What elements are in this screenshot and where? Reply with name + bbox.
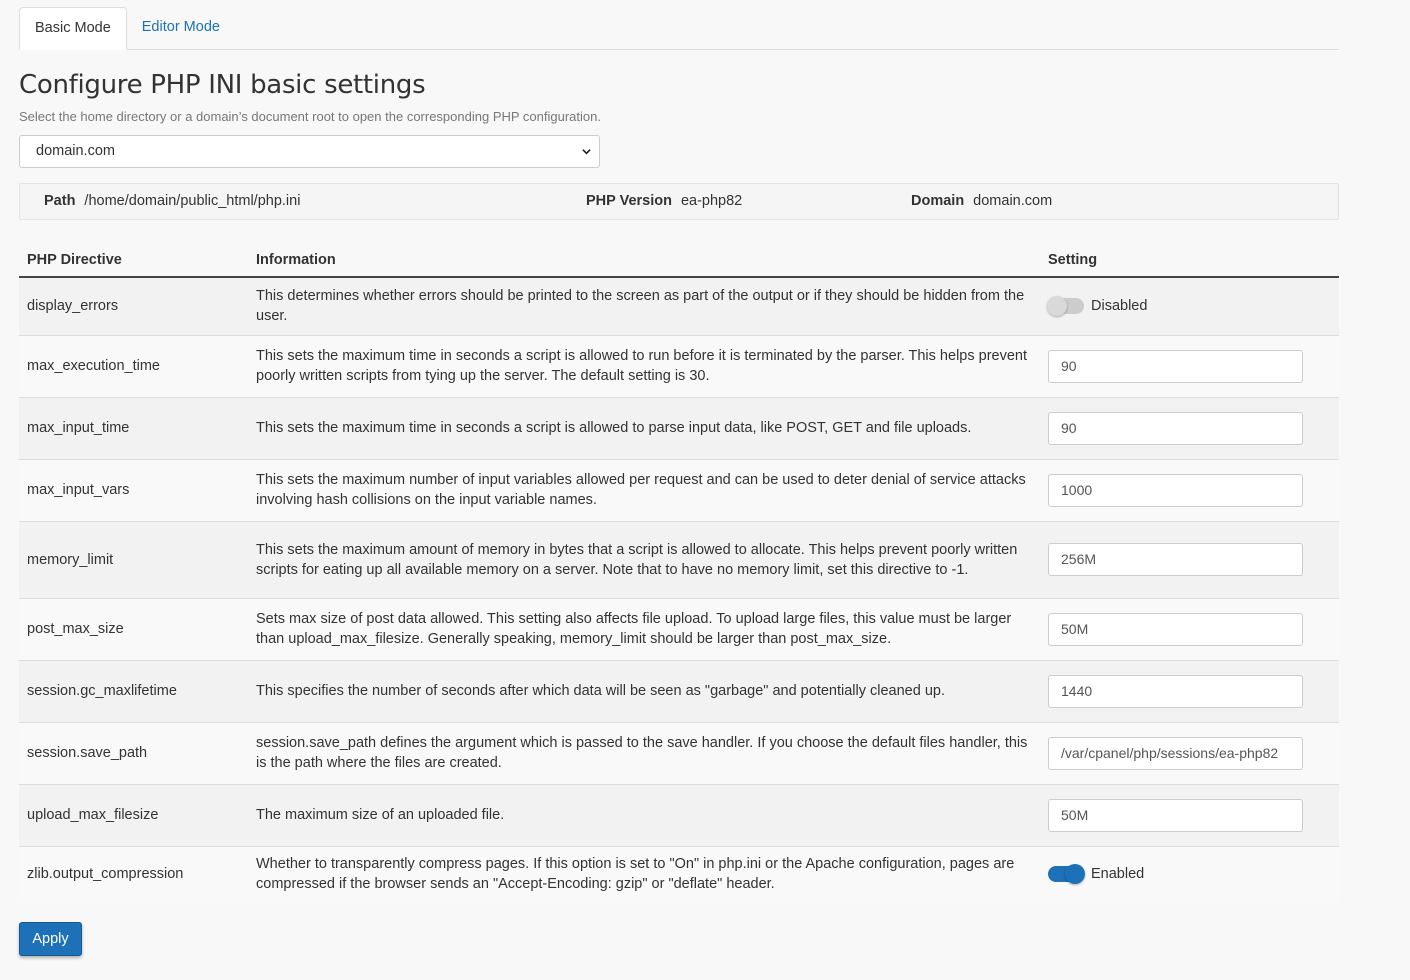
directive-name: zlib.output_compression	[19, 845, 248, 902]
mode-tabs: Basic Mode Editor Mode	[19, 0, 1339, 50]
php-directives-table: PHP Directive Information Setting displa…	[19, 243, 1339, 902]
directive-name: max_input_vars	[19, 458, 248, 521]
directive-info: session.save_path defines the argument w…	[248, 721, 1040, 784]
table-row: session.gc_maxlifetime This specifies th…	[19, 659, 1339, 722]
path-info: Path/home/domain/public_html/php.ini	[44, 184, 300, 219]
directive-name: max_execution_time	[19, 334, 248, 397]
directive-name: upload_max_filesize	[19, 783, 248, 846]
domain-value: domain.com	[973, 193, 1053, 209]
directive-info: This sets the maximum amount of memory i…	[248, 520, 1040, 598]
setting-cell: Disabled	[1040, 277, 1339, 335]
table-header-row: PHP Directive Information Setting	[19, 243, 1339, 278]
tab-basic-mode[interactable]: Basic Mode	[19, 7, 127, 50]
directive-info: This specifies the number of seconds aft…	[248, 659, 1040, 722]
directive-info: This sets the maximum time in seconds a …	[248, 396, 1040, 459]
path-label: Path	[44, 193, 76, 209]
page-subtitle: Select the home directory or a domain’s …	[19, 109, 601, 124]
domain-label: Domain	[911, 193, 965, 209]
zlib-compression-toggle-group: Enabled	[1048, 864, 1331, 885]
setting-cell: Enabled	[1040, 845, 1339, 902]
domain-info: Domain domain.com	[911, 184, 1052, 219]
table-row: display_errors This determines whether e…	[19, 277, 1339, 335]
display-errors-toggle-group: Disabled	[1047, 296, 1331, 317]
table-row: memory_limit This sets the maximum amoun…	[19, 520, 1339, 598]
header-setting: Setting	[1040, 243, 1339, 278]
session-save-path-input[interactable]: /var/cpanel/php/sessions/ea-php82	[1048, 736, 1303, 770]
table-row: max_input_vars This sets the maximum num…	[19, 458, 1339, 521]
directive-info: This determines whether errors should be…	[248, 277, 1040, 335]
directive-info: Sets max size of post data allowed. This…	[248, 597, 1040, 660]
php-version-info: PHP Version ea-php82	[586, 184, 742, 219]
domain-select[interactable]: domain.com	[19, 135, 600, 168]
setting-cell: 50M	[1040, 597, 1339, 660]
table-row: max_input_time This sets the maximum tim…	[19, 396, 1339, 459]
setting-cell: 1440	[1040, 659, 1339, 722]
domain-select-value: domain.com	[36, 143, 115, 159]
config-info-bar: Path/home/domain/public_html/php.ini PHP…	[19, 183, 1339, 220]
session-gc-maxlifetime-input[interactable]: 1440	[1048, 674, 1303, 708]
path-value: /home/domain/public_html/php.ini	[84, 193, 301, 209]
table-row: post_max_size Sets max size of post data…	[19, 597, 1339, 660]
php-version-label: PHP Version	[586, 193, 672, 209]
memory-limit-input[interactable]: 256M	[1048, 543, 1303, 576]
toggle-state-label: Disabled	[1091, 298, 1148, 315]
directive-info: This sets the maximum time in seconds a …	[248, 334, 1040, 397]
directive-info: This sets the maximum number of input va…	[248, 458, 1040, 521]
upload-max-filesize-input[interactable]: 50M	[1048, 798, 1303, 832]
table-row: zlib.output_compression Whether to trans…	[19, 845, 1339, 902]
display-errors-toggle[interactable]	[1047, 296, 1084, 317]
page-title: Configure PHP INI basic settings	[19, 70, 426, 100]
zlib-output-compression-toggle[interactable]	[1048, 864, 1085, 885]
setting-cell: 50M	[1040, 783, 1339, 846]
php-version-value: ea-php82	[680, 193, 743, 209]
table-row: max_execution_time This sets the maximum…	[19, 334, 1339, 397]
directive-name: session.save_path	[19, 721, 248, 784]
header-information: Information	[248, 243, 1040, 278]
directive-name: max_input_time	[19, 396, 248, 459]
toggle-knob	[1047, 296, 1067, 317]
directive-info: The maximum size of an uploaded file.	[248, 783, 1040, 846]
chevron-down-icon	[582, 149, 591, 155]
directive-name: post_max_size	[19, 597, 248, 660]
table-row: session.save_path session.save_path defi…	[19, 721, 1339, 784]
setting-cell: /var/cpanel/php/sessions/ea-php82	[1040, 721, 1339, 784]
directive-name: session.gc_maxlifetime	[19, 659, 248, 722]
setting-cell: 1000	[1040, 458, 1339, 521]
max-input-time-input[interactable]: 90	[1048, 411, 1303, 445]
post-max-size-input[interactable]: 50M	[1048, 612, 1303, 646]
table-row: upload_max_filesize The maximum size of …	[19, 783, 1339, 846]
max-execution-time-input[interactable]: 90	[1048, 349, 1303, 383]
max-input-vars-input[interactable]: 1000	[1048, 473, 1303, 507]
setting-cell: 90	[1040, 396, 1339, 459]
setting-cell: 256M	[1040, 520, 1339, 598]
directive-name: display_errors	[19, 277, 248, 335]
apply-button[interactable]: Apply	[19, 922, 82, 956]
header-php-directive: PHP Directive	[19, 243, 248, 278]
directive-info: Whether to transparently compress pages.…	[248, 845, 1040, 902]
setting-cell: 90	[1040, 334, 1339, 397]
toggle-knob	[1065, 864, 1085, 885]
tab-editor-mode[interactable]: Editor Mode	[127, 7, 235, 49]
php-ini-editor: Basic Mode Editor Mode Configure PHP INI…	[19, 0, 1339, 956]
toggle-state-label: Enabled	[1091, 866, 1145, 883]
directive-name: memory_limit	[19, 520, 248, 598]
